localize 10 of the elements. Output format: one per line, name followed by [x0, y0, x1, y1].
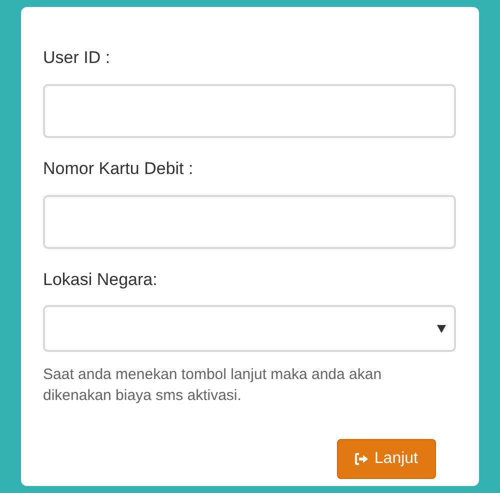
- dropdown-arrow-icon: [437, 324, 446, 333]
- field-label: Nomor Kartu Debit :: [43, 158, 194, 180]
- continue-button[interactable]: Lanjut: [337, 439, 436, 479]
- notice-text: Saat anda menekan tombol lanjut maka anda akan dikenakan biaya sms aktivasi.: [43, 365, 383, 406]
- dropdown-field[interactable]: [43, 305, 456, 352]
- input-field[interactable]: [43, 195, 456, 249]
- field-label: Lokasi Negara:: [43, 269, 158, 291]
- sign-in-icon: [355, 453, 368, 465]
- field-label: User ID :: [43, 47, 112, 69]
- input-field[interactable]: [43, 84, 456, 138]
